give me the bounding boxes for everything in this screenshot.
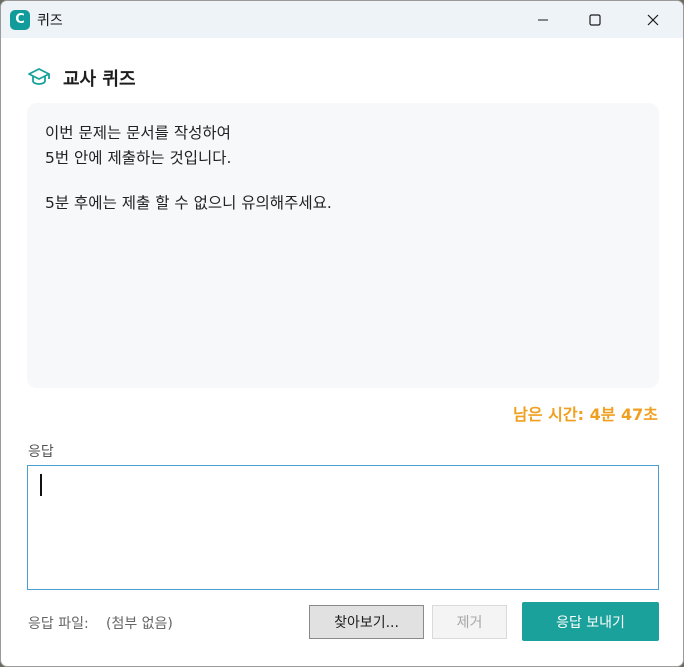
send-answer-button[interactable]: 응답 보내기 (522, 602, 659, 641)
remove-button[interactable]: 제거 (432, 605, 507, 639)
minimize-button[interactable] (520, 1, 566, 38)
attachment-status: (첨부 없음) (106, 616, 173, 632)
attachment-label: 응답 파일: (28, 616, 89, 632)
app-icon: C (10, 10, 30, 30)
minimize-icon (538, 19, 548, 20)
message-line: 이번 문제는 문서를 작성하여 (45, 124, 231, 142)
message-line: 5번 안에 제출하는 것입니다. (45, 149, 232, 167)
message-line: 5분 후에는 제출 할 수 없으니 유의해주세요. (45, 194, 332, 212)
text-caret (40, 474, 42, 496)
quiz-window: C 퀴즈 교사 퀴즈 이번 문제는 문서를 작성하여 5번 안에 제출하는 것입… (0, 0, 684, 667)
window-title: 퀴즈 (37, 13, 63, 29)
close-button[interactable] (630, 1, 676, 38)
close-icon (647, 14, 659, 25)
page-title: 교사 퀴즈 (63, 69, 136, 90)
answer-label: 응답 (28, 444, 54, 460)
graduation-cap-icon (28, 68, 50, 85)
quiz-message-box: 이번 문제는 문서를 작성하여 5번 안에 제출하는 것입니다. 5분 후에는 … (27, 103, 659, 388)
maximize-icon (589, 13, 601, 26)
browse-button[interactable]: 찾아보기... (309, 605, 424, 639)
remaining-time: 남은 시간: 4분 47초 (513, 405, 658, 424)
title-bar[interactable]: C 퀴즈 (1, 1, 683, 38)
answer-textarea[interactable] (27, 465, 659, 590)
maximize-button[interactable] (572, 1, 618, 38)
